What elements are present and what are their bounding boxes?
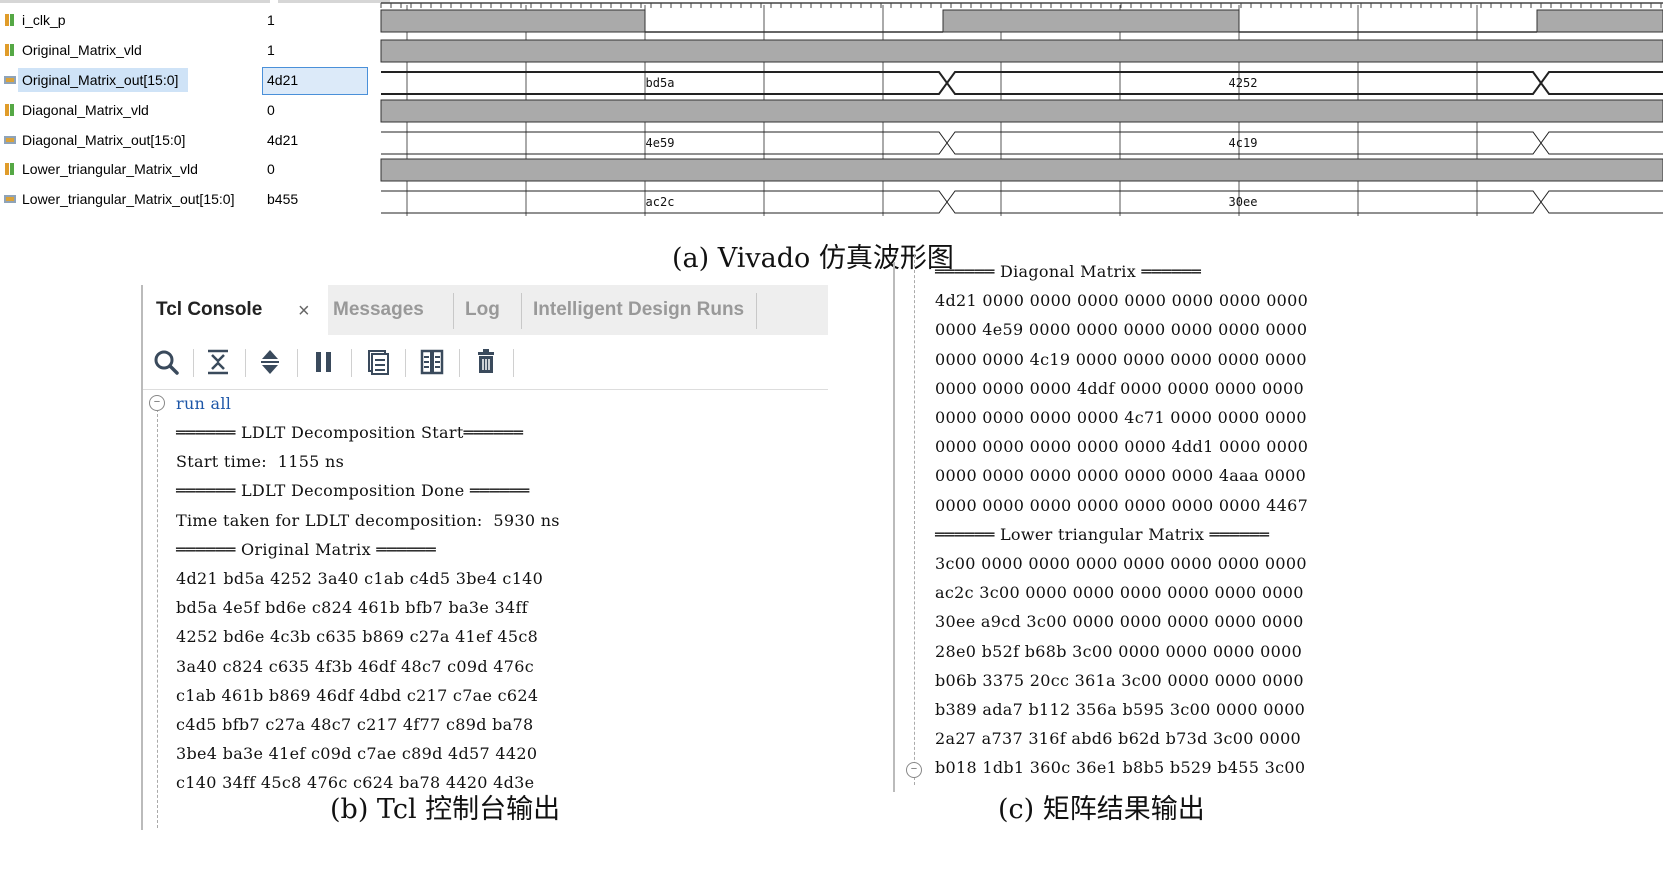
matrix-line: 0000 0000 0000 4ddf 0000 0000 0000 0000 [935, 378, 1304, 398]
console-line: c4d5 bfb7 c27a 48c7 c217 4f77 c89d ba78 [176, 715, 534, 734]
panel-border [893, 262, 895, 792]
bus-value-label: ac2c [646, 195, 675, 209]
console-line: 4252 bd6e 4c3b c635 b869 c27a 41ef 45c8 [176, 627, 539, 647]
fold-toggle-icon[interactable]: − [149, 395, 165, 411]
matrix-line: ══════ Diagonal Matrix ══════ [935, 262, 1202, 281]
console-output[interactable]: − run all ══════ LDLT Decomposition Star… [143, 390, 828, 830]
console-line: Start time: 1155 ns [176, 452, 345, 472]
waveform-viewer: i_clk_p Original_Matrix_vld Original_Matri… [0, 0, 1663, 232]
matrix-line: 3c00 0000 0000 0000 0000 0000 0000 0000 [935, 554, 1307, 573]
matrix-output-panel[interactable]: − ══════ Diagonal Matrix ══════ 4d21 0000… [900, 255, 1370, 800]
matrix-line: 2a27 a737 316f abd6 b62d b73d 3c00 0000 [935, 729, 1302, 749]
matrix-line: 0000 4e59 0000 0000 0000 0000 0000 0000 [935, 320, 1308, 340]
fold-gutter [157, 404, 158, 828]
console-line: 3be4 ba3e 41ef c09d c7ae c89d 4d57 4420 [176, 744, 538, 764]
matrix-line: 4d21 0000 0000 0000 0000 0000 0000 0000 [935, 291, 1309, 311]
matrix-line: ══════ Lower triangular Matrix ══════ [935, 524, 1270, 544]
console-line: Time taken for LDLT decomposition: 5930 … [176, 510, 560, 530]
tab-messages[interactable]: Messages [333, 285, 424, 335]
matrix-line: b389 ada7 b112 356a b595 3c00 0000 0000 [935, 700, 1306, 719]
signal-high-segment [380, 158, 1663, 182]
toolbar-separator [405, 349, 406, 377]
tab-divider [756, 293, 757, 329]
bus-value-label: bd5a [646, 76, 675, 90]
console-command: run all [176, 394, 232, 413]
toolbar-separator [513, 349, 514, 377]
toolbar-separator [297, 349, 298, 377]
matrix-line: 0000 0000 0000 0000 0000 0000 4aaa 0000 [935, 466, 1307, 486]
clock-high-segment [1536, 9, 1663, 33]
toolbar-separator [193, 349, 194, 377]
console-toolbar [143, 335, 828, 389]
pause-icon[interactable] [307, 345, 341, 379]
bus-value-label: 4e59 [646, 136, 675, 150]
clock-high-segment [942, 9, 1240, 33]
tcl-console-panel: Tcl Console × Messages Log Intelligent D… [143, 285, 828, 830]
tab-divider [453, 293, 454, 329]
fold-toggle-icon[interactable]: − [906, 762, 922, 778]
copy-icon[interactable] [361, 345, 395, 379]
bus-value-label: 30ee [1229, 195, 1258, 209]
matrix-line: 0000 0000 4c19 0000 0000 0000 0000 0000 [935, 349, 1307, 369]
console-line: c1ab 461b b869 46df 4dbd c217 c7ae c624 [176, 685, 539, 705]
delete-icon[interactable] [469, 345, 503, 379]
close-icon[interactable]: × [298, 285, 310, 335]
tab-label: Log [465, 299, 500, 320]
matrix-line: ac2c 3c00 0000 0000 0000 0000 0000 0000 [935, 583, 1304, 603]
bus-segment [1540, 131, 1663, 155]
matrix-line: 0000 0000 0000 0000 0000 0000 0000 4467 [935, 495, 1309, 515]
bus-segment [1540, 190, 1663, 214]
expand-all-icon[interactable] [253, 345, 287, 379]
matrix-line: b06b 3375 20cc 361a 3c00 0000 0000 0000 [935, 670, 1304, 690]
matrix-line: b018 1db1 360c 36e1 b8b5 b529 b455 3c00 [935, 758, 1306, 778]
caption-c: (c) 矩阵结果输出 [998, 794, 1205, 825]
bus-segment [1539, 71, 1663, 95]
console-line: 3a40 c824 c635 4f3b 46df 48c7 c09d 476c [176, 656, 534, 676]
caption-b: (b) Tcl 控制台输出 [330, 794, 561, 825]
tab-divider [521, 293, 522, 329]
bus-value-label: 4252 [1229, 76, 1258, 90]
console-line: 4d21 bd5a 4252 3a40 c1ab c4d5 3be4 c140 [176, 569, 544, 588]
waveform-canvas[interactable]: bd5a 4252 4e59 4c19 ac2c 30ee [0, 0, 1663, 232]
matrix-line: 0000 0000 0000 0000 0000 4dd1 0000 0000 [935, 437, 1309, 457]
tab-intelligent-design-runs[interactable]: Intelligent Design Runs [533, 285, 744, 335]
console-line: bd5a 4e5f bd6e c824 461b bfb7 ba3e 34ff [176, 598, 528, 618]
console-line: ══════ LDLT Decomposition Done ══════ [176, 481, 530, 501]
tab-label: Intelligent Design Runs [533, 299, 745, 320]
tab-bar: Tcl Console × Messages Log Intelligent D… [143, 285, 828, 335]
tab-label: Messages [333, 299, 424, 320]
toolbar-separator [245, 349, 246, 377]
signal-high-segment [380, 99, 1663, 123]
clock-high-segment [380, 9, 646, 33]
collapse-all-icon[interactable] [201, 345, 235, 379]
tab-log[interactable]: Log [465, 285, 500, 335]
console-line: ══════ Original Matrix ══════ [176, 539, 436, 559]
tab-label: Tcl Console [156, 299, 263, 320]
signal-high-segment [380, 39, 1663, 63]
toolbar-separator [351, 349, 352, 377]
toolbar-separator [459, 349, 460, 377]
matrix-line: 30ee a9cd 3c00 0000 0000 0000 0000 0000 [935, 612, 1304, 632]
bus-value-label: 4c19 [1229, 136, 1258, 150]
matrix-line: 0000 0000 0000 0000 4c71 0000 0000 0000 [935, 408, 1307, 427]
matrix-line: 28e0 b52f b68b 3c00 0000 0000 0000 0000 [935, 641, 1303, 661]
console-line: ══════ LDLT Decomposition Start══════ [176, 423, 524, 442]
fold-gutter [914, 255, 915, 785]
columns-icon[interactable] [415, 345, 449, 379]
search-icon[interactable] [149, 345, 183, 379]
